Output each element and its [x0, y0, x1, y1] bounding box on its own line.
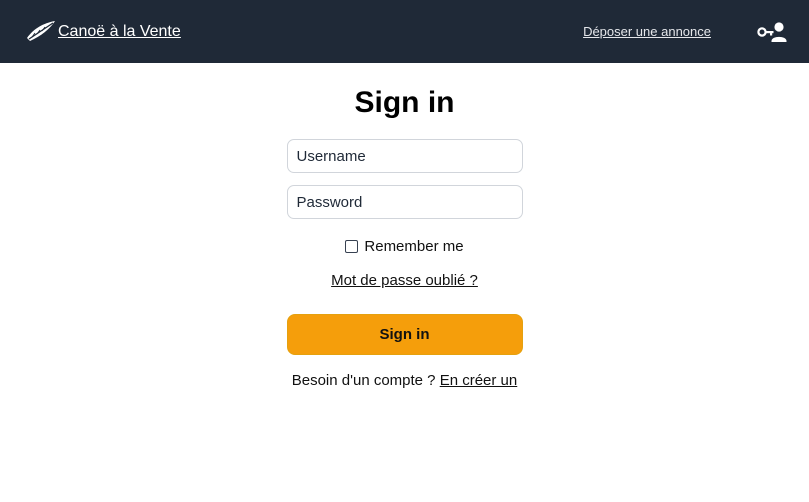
remember-me-row: Remember me	[287, 238, 523, 255]
forgot-password-link[interactable]: Mot de passe oublié ?	[331, 272, 478, 289]
signin-page: Sign in Remember me Mot de passe oublié …	[0, 63, 809, 389]
post-ad-link[interactable]: Déposer une annonce	[583, 24, 711, 39]
signup-link[interactable]: En créer un	[440, 372, 518, 389]
brand-link[interactable]: Canoë à la Vente	[26, 19, 181, 45]
navbar-right: Déposer une annonce	[583, 21, 787, 43]
signup-row: Besoin d'un compte ? En créer un	[287, 372, 523, 389]
top-navbar: Canoë à la Vente Déposer une annonce	[0, 0, 809, 63]
signin-button[interactable]: Sign in	[286, 314, 523, 355]
brand-label: Canoë à la Vente	[58, 22, 181, 40]
remember-me-label[interactable]: Remember me	[364, 238, 463, 255]
signin-form: Remember me Mot de passe oublié ? Sign i…	[286, 139, 523, 389]
forgot-password-row: Mot de passe oublié ?	[287, 272, 523, 289]
username-input[interactable]	[286, 139, 523, 173]
remember-me-checkbox[interactable]	[345, 240, 359, 253]
password-input[interactable]	[286, 185, 523, 219]
person-key-icon[interactable]	[757, 21, 787, 43]
signup-prompt: Besoin d'un compte ?	[291, 372, 436, 389]
canoe-icon	[26, 19, 56, 45]
page-title: Sign in	[354, 86, 455, 119]
